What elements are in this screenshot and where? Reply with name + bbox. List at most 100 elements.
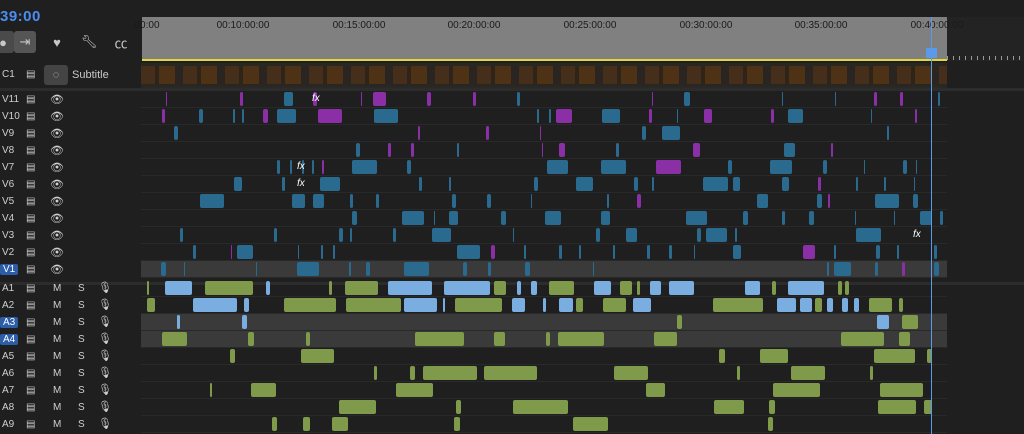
audio-clip[interactable] xyxy=(339,400,376,414)
audio-clip[interactable] xyxy=(395,383,434,397)
audio-clip[interactable] xyxy=(649,281,662,295)
track-output-icon[interactable]: ▤ xyxy=(26,213,38,224)
video-clip[interactable] xyxy=(661,126,680,140)
video-clip[interactable] xyxy=(863,160,865,174)
audio-clip[interactable] xyxy=(248,332,255,346)
audio-lane-a3[interactable] xyxy=(141,314,947,331)
audio-clip[interactable] xyxy=(415,332,464,346)
video-clip[interactable] xyxy=(491,245,496,259)
audio-clip[interactable] xyxy=(576,298,584,312)
video-clip[interactable] xyxy=(350,194,354,208)
audio-clip[interactable] xyxy=(873,349,915,363)
microphone-icon[interactable]: 🎙︎ xyxy=(98,417,112,430)
video-clip[interactable] xyxy=(771,109,775,123)
audio-clip[interactable] xyxy=(346,298,401,312)
video-clip[interactable] xyxy=(876,245,881,259)
track-output-icon[interactable]: ▤ xyxy=(26,230,38,241)
audio-clip[interactable] xyxy=(454,298,503,312)
eye-icon[interactable]: 👁︎ xyxy=(50,144,64,157)
video-clip[interactable] xyxy=(938,92,941,106)
wrench-icon[interactable]: 🔧︎ xyxy=(78,31,100,53)
mute-button[interactable]: M xyxy=(53,334,61,345)
subtitle-clips[interactable] xyxy=(141,66,947,84)
video-clip[interactable] xyxy=(649,109,653,123)
video-clip[interactable] xyxy=(263,109,268,123)
video-clip[interactable] xyxy=(787,109,804,123)
snap-icon[interactable]: ⇥ xyxy=(14,31,36,53)
video-clip[interactable] xyxy=(855,177,858,191)
track-output-icon[interactable]: ▤ xyxy=(26,247,38,258)
video-clip[interactable] xyxy=(180,228,184,242)
toggle-visibility-icon[interactable]: ◌ xyxy=(44,65,68,85)
audio-clip[interactable] xyxy=(745,281,760,295)
video-clip[interactable] xyxy=(374,109,399,123)
audio-clip[interactable] xyxy=(484,366,537,380)
video-clip[interactable] xyxy=(232,109,236,123)
video-clip[interactable] xyxy=(874,262,879,276)
video-clip[interactable] xyxy=(782,211,786,225)
audio-clip[interactable] xyxy=(842,298,848,312)
video-clip[interactable] xyxy=(802,245,815,259)
video-clip[interactable] xyxy=(781,92,783,106)
video-clip[interactable] xyxy=(595,228,600,242)
track-output-icon[interactable]: ▤ xyxy=(26,402,38,413)
mute-button[interactable]: M xyxy=(53,402,61,413)
video-clip[interactable] xyxy=(199,109,204,123)
video-clip[interactable] xyxy=(920,211,932,225)
video-clip[interactable] xyxy=(735,228,737,242)
video-clip[interactable] xyxy=(600,160,627,174)
track-output-icon[interactable]: ▤ xyxy=(26,334,38,345)
audio-clip[interactable] xyxy=(543,298,547,312)
video-clip[interactable] xyxy=(934,245,937,259)
video-clip[interactable] xyxy=(676,109,678,123)
video-clip[interactable] xyxy=(372,92,386,106)
video-clip[interactable] xyxy=(536,109,540,123)
video-clip[interactable] xyxy=(625,228,637,242)
audio-clip[interactable] xyxy=(300,349,335,363)
video-clip[interactable] xyxy=(366,262,370,276)
video-clip[interactable] xyxy=(685,211,708,225)
solo-button[interactable]: S xyxy=(78,402,85,413)
track-output-icon[interactable]: ▤ xyxy=(26,283,38,294)
audio-clip[interactable] xyxy=(209,383,213,397)
video-clip[interactable] xyxy=(500,211,506,225)
video-clip[interactable] xyxy=(606,194,609,208)
audio-clip[interactable] xyxy=(374,366,377,380)
video-clip[interactable] xyxy=(239,92,243,106)
mute-button[interactable]: M xyxy=(53,368,61,379)
video-lane-v2[interactable] xyxy=(141,244,947,261)
mute-button[interactable]: M xyxy=(53,317,61,328)
audio-clip[interactable] xyxy=(455,400,461,414)
audio-lane-a5[interactable] xyxy=(141,348,947,365)
audio-clip[interactable] xyxy=(162,332,187,346)
video-clip[interactable] xyxy=(633,177,639,191)
video-clip[interactable] xyxy=(897,245,899,259)
microphone-icon[interactable]: 🎙︎ xyxy=(98,298,112,311)
video-clip[interactable] xyxy=(576,177,593,191)
solo-button[interactable]: S xyxy=(78,283,85,294)
audio-clip[interactable] xyxy=(244,298,249,312)
video-clip[interactable] xyxy=(558,143,565,157)
audio-clip[interactable] xyxy=(344,281,378,295)
audio-clip[interactable] xyxy=(736,366,740,380)
video-clip[interactable] xyxy=(321,160,325,174)
audio-clip[interactable] xyxy=(594,281,612,295)
video-clip[interactable] xyxy=(826,262,830,276)
eye-icon[interactable]: 👁︎ xyxy=(50,229,64,242)
video-clip[interactable] xyxy=(834,262,851,276)
video-clip[interactable] xyxy=(733,245,742,259)
audio-clip[interactable] xyxy=(329,281,333,295)
audio-clip[interactable] xyxy=(332,417,349,431)
video-clip[interactable] xyxy=(784,143,795,157)
solo-button[interactable]: S xyxy=(78,317,85,328)
video-clip[interactable] xyxy=(321,245,324,259)
mute-button[interactable]: M xyxy=(53,300,61,311)
track-output-icon[interactable]: ▤ xyxy=(26,179,38,190)
subtitle-lane[interactable] xyxy=(141,63,947,88)
video-clip[interactable] xyxy=(387,143,392,157)
audio-clip[interactable] xyxy=(713,298,764,312)
video-clip[interactable] xyxy=(613,245,616,259)
video-clip[interactable] xyxy=(770,160,793,174)
video-clip[interactable] xyxy=(192,245,196,259)
audio-clip[interactable] xyxy=(767,417,774,431)
